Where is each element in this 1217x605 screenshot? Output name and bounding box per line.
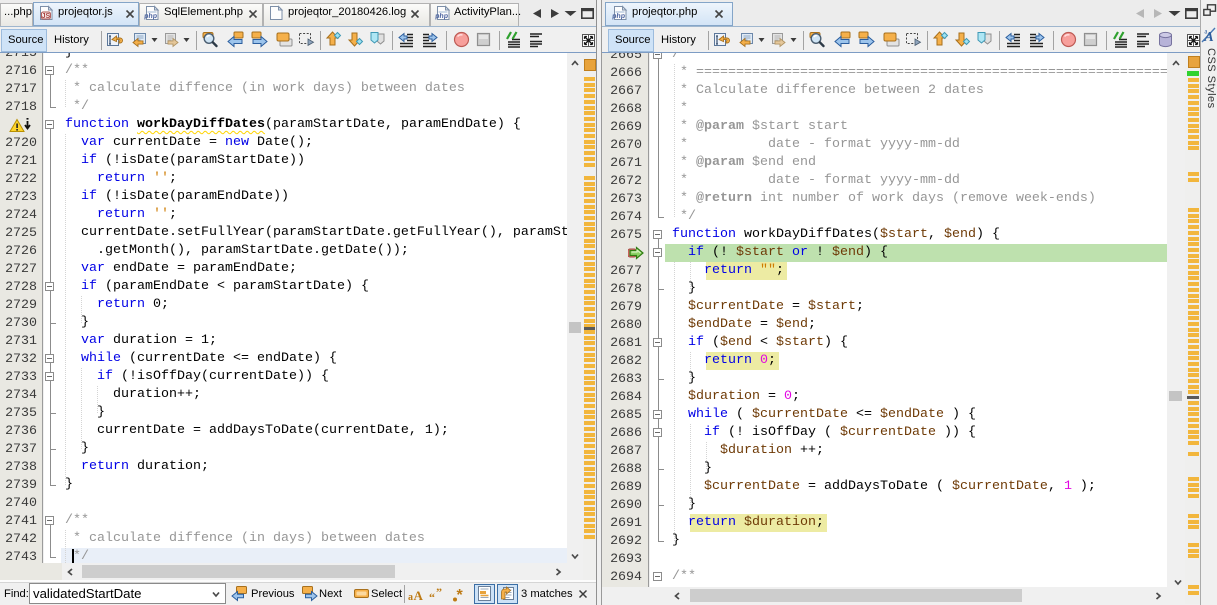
- svg-text:a: a: [408, 592, 413, 603]
- svg-text:php: php: [612, 13, 625, 20]
- svg-text:php: php: [435, 13, 448, 20]
- svg-text:*: *: [457, 587, 464, 603]
- svg-text:“: “: [429, 590, 435, 603]
- svg-text:php: php: [144, 13, 157, 20]
- svg-text:”: ”: [436, 587, 442, 599]
- svg-text:JS: JS: [42, 13, 51, 20]
- svg-text:A: A: [414, 588, 424, 603]
